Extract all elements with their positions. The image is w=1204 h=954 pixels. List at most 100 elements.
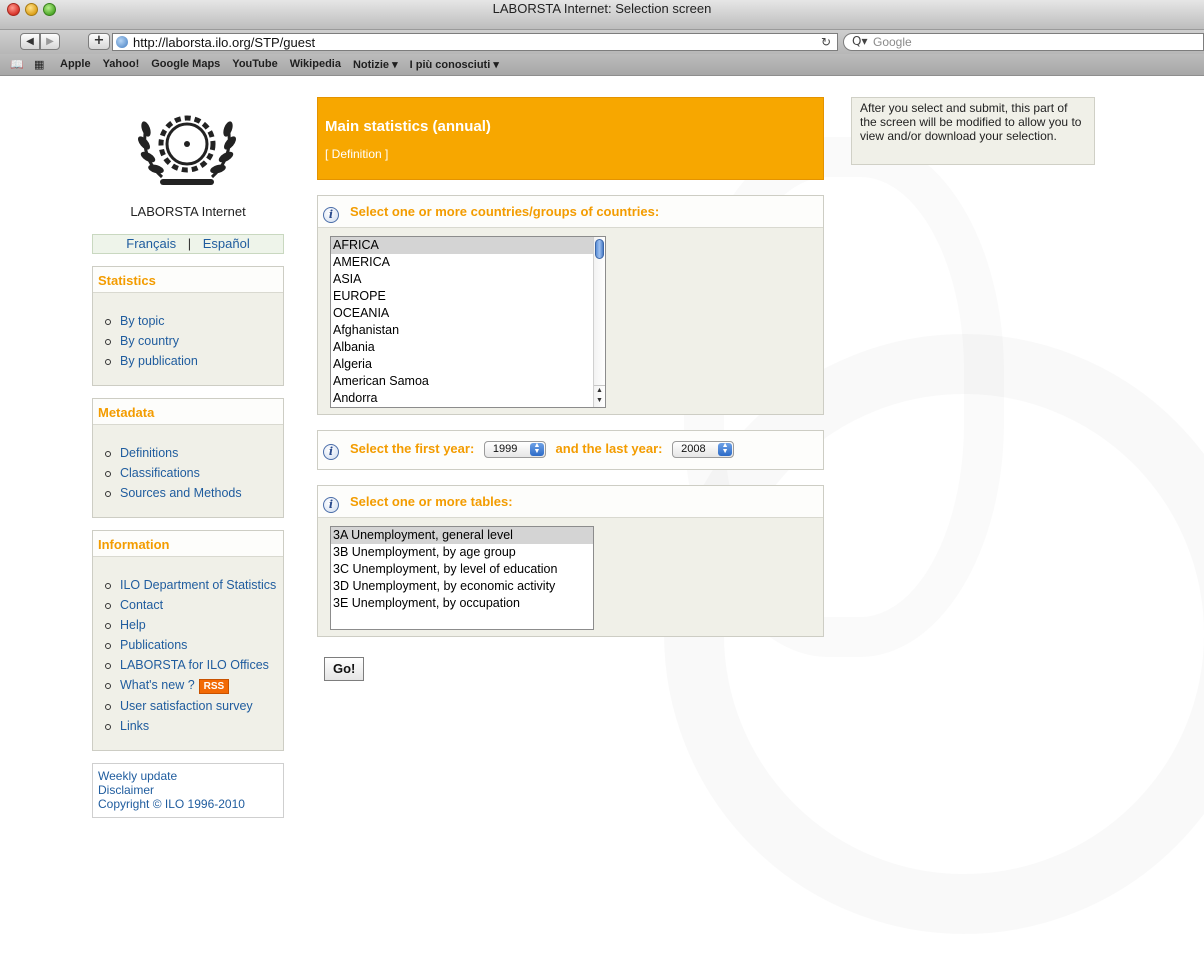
table-option[interactable]: 3D Unemployment, by economic activity	[331, 578, 593, 595]
statistics-heading: Statistics	[93, 267, 283, 293]
back-arrow-icon: ◀	[26, 36, 34, 47]
language-french-link[interactable]: Français	[126, 236, 176, 251]
bookmark-yahoo[interactable]: Yahoo!	[103, 58, 140, 71]
reload-icon[interactable]: ↻	[821, 35, 831, 49]
forward-button[interactable]: ▶	[40, 33, 60, 50]
footer-box: Weekly update Disclaimer Copyright © ILO…	[92, 763, 284, 818]
whats-new-label[interactable]: What's new ?	[120, 678, 195, 692]
table-option[interactable]: 3B Unemployment, by age group	[331, 544, 593, 561]
window-titlebar: LABORSTA Internet: Selection screen	[0, 0, 1204, 30]
tables-heading: i Select one or more tables:	[318, 486, 823, 518]
bookmark-apple[interactable]: Apple	[60, 58, 91, 71]
nav-sources-and-methods[interactable]: Sources and Methods	[93, 485, 283, 501]
bookmarks-book-icon[interactable]: 📖	[10, 58, 24, 71]
info-icon[interactable]: i	[323, 444, 339, 460]
nav-contact[interactable]: Contact	[93, 597, 283, 613]
first-year-label: Select the first year:	[350, 441, 475, 456]
tables-listbox[interactable]: 3A Unemployment, general level 3B Unempl…	[330, 526, 594, 630]
language-switcher: Français | Español	[92, 234, 284, 254]
bookmark-most-visited[interactable]: I più conosciuti ▾	[410, 58, 499, 71]
nav-user-satisfaction-survey[interactable]: User satisfaction survey	[93, 698, 283, 714]
metadata-heading: Metadata	[93, 399, 283, 425]
information-list: ILO Department of Statistics Contact Hel…	[93, 557, 283, 750]
country-option[interactable]: AMERICA	[331, 254, 605, 271]
countries-heading: i Select one or more countries/groups of …	[318, 196, 823, 228]
info-icon[interactable]: i	[323, 497, 339, 513]
country-option[interactable]: American Samoa	[331, 373, 605, 390]
weekly-update-link[interactable]: Weekly update	[98, 769, 278, 783]
countries-scrollbar[interactable]: ▲ ▼	[593, 237, 605, 407]
ilo-logo-icon	[138, 115, 236, 185]
rss-icon[interactable]: RSS	[198, 679, 230, 694]
country-option[interactable]: Afghanistan	[331, 322, 605, 339]
nav-definitions[interactable]: Definitions	[93, 445, 283, 461]
copyright-link[interactable]: Copyright © ILO 1996-2010	[98, 797, 278, 811]
left-sidebar: LABORSTA Internet Français | Español Sta…	[92, 99, 284, 818]
tables-label: Select one or more tables:	[350, 494, 513, 509]
metadata-list: Definitions Classifications Sources and …	[93, 425, 283, 517]
browser-toolbar: ◀ ▶ + http://laborsta.ilo.org/STP/guest …	[0, 30, 1204, 54]
forward-arrow-icon: ▶	[46, 36, 54, 47]
search-field[interactable]: Q▾ Google	[843, 33, 1204, 51]
countries-listbox[interactable]: AFRICA AMERICA ASIA EUROPE OCEANIA Afgha…	[330, 236, 606, 408]
table-option[interactable]: 3E Unemployment, by occupation	[331, 595, 593, 612]
first-year-select[interactable]: 1999 ▲ ▼	[483, 441, 546, 458]
countries-label: Select one or more countries/groups of c…	[350, 204, 660, 219]
table-option[interactable]: 3A Unemployment, general level	[331, 527, 593, 544]
country-option[interactable]: AFRICA	[331, 237, 605, 254]
nav-publications[interactable]: Publications	[93, 637, 283, 653]
table-option[interactable]: 3C Unemployment, by level of education	[331, 561, 593, 578]
country-option[interactable]: EUROPE	[331, 288, 605, 305]
information-heading: Information	[93, 531, 283, 557]
select-arrows-icon: ▲ ▼	[718, 442, 733, 456]
search-placeholder: Google	[873, 35, 912, 49]
information-box: Information ILO Department of Statistics…	[92, 530, 284, 751]
bookmark-notizie[interactable]: Notizie ▾	[353, 58, 398, 71]
country-option[interactable]: Algeria	[331, 356, 605, 373]
brand-name: LABORSTA Internet	[130, 204, 246, 219]
definition-link-wrapper: [ Definition ]	[325, 147, 816, 161]
country-option[interactable]: Andorra	[331, 390, 605, 407]
nav-help[interactable]: Help	[93, 617, 283, 633]
scroll-arrows-icon[interactable]: ▲ ▼	[594, 385, 605, 407]
country-option[interactable]: OCEANIA	[331, 305, 605, 322]
bookmark-google-maps[interactable]: Google Maps	[151, 58, 220, 71]
countries-panel: i Select one or more countries/groups of …	[317, 195, 824, 415]
search-icon: Q▾	[852, 34, 868, 48]
selection-form: Main statistics (annual) [ Definition ] …	[317, 97, 824, 681]
bookmarks-bar: 📖 ▦ Apple Yahoo! Google Maps YouTube Wik…	[0, 54, 1204, 76]
language-spanish-link[interactable]: Español	[203, 236, 250, 251]
add-bookmark-button[interactable]: +	[88, 33, 110, 50]
language-separator: |	[187, 236, 192, 251]
go-button[interactable]: Go!	[324, 657, 365, 681]
window-title: LABORSTA Internet: Selection screen	[492, 1, 712, 16]
nav-links[interactable]: Links	[93, 718, 283, 734]
country-option[interactable]: ASIA	[331, 271, 605, 288]
bookmarks-list: Apple Yahoo! Google Maps YouTube Wikiped…	[60, 58, 499, 71]
tables-panel: i Select one or more tables: 3A Unemploym…	[317, 485, 824, 637]
statistics-list: By topic By country By publication	[93, 293, 283, 385]
disclaimer-link[interactable]: Disclaimer	[98, 783, 278, 797]
last-year-select[interactable]: 2008 ▲ ▼	[672, 441, 735, 458]
scrollbar-thumb[interactable]	[595, 239, 604, 259]
nav-by-topic[interactable]: By topic	[93, 313, 283, 329]
nav-ilo-department[interactable]: ILO Department of Statistics	[93, 577, 283, 593]
bookmark-youtube[interactable]: YouTube	[232, 58, 277, 71]
back-button[interactable]: ◀	[20, 33, 40, 50]
nav-whats-new[interactable]: What's new ? RSS	[93, 677, 283, 694]
result-placeholder-note: After you select and submit, this part o…	[851, 97, 1095, 165]
nav-laborsta-for-ilo-offices[interactable]: LABORSTA for ILO Offices	[93, 657, 283, 673]
info-icon[interactable]: i	[323, 207, 339, 223]
country-option[interactable]: Albania	[331, 339, 605, 356]
statistics-box: Statistics By topic By country By public…	[92, 266, 284, 386]
address-bar[interactable]: http://laborsta.ilo.org/STP/guest ↻	[112, 33, 838, 51]
top-sites-grid-icon[interactable]: ▦	[34, 58, 44, 71]
select-arrows-icon: ▲ ▼	[529, 442, 544, 456]
page-title: Main statistics (annual)	[325, 118, 491, 135]
nav-classifications[interactable]: Classifications	[93, 465, 283, 481]
address-url[interactable]: http://laborsta.ilo.org/STP/guest	[133, 35, 315, 50]
bookmark-wikipedia[interactable]: Wikipedia	[290, 58, 341, 71]
definition-link[interactable]: [ Definition ]	[325, 147, 388, 161]
nav-by-country[interactable]: By country	[93, 333, 283, 349]
nav-by-publication[interactable]: By publication	[93, 353, 283, 369]
